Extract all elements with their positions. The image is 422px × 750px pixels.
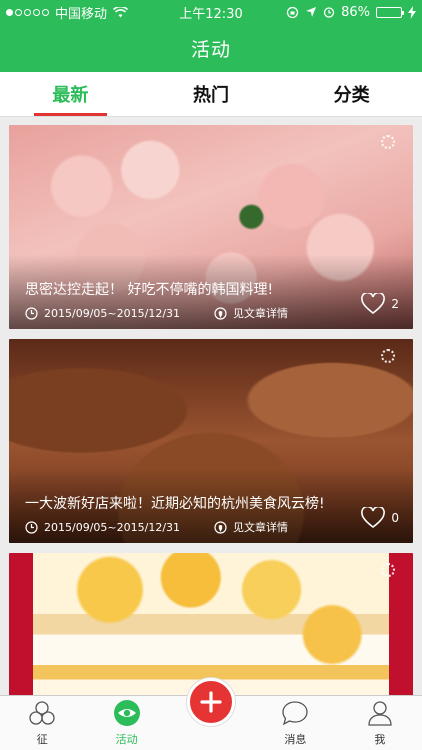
card-date: 2015/09/05~2015/12/31: [44, 306, 181, 320]
clock-icon: [25, 306, 38, 320]
hexagon-cluster-icon: [29, 701, 55, 725]
top-bar: 中国移动 上午12:30 86% 活动: [0, 0, 422, 72]
activity-feed[interactable]: 思密达控走起！ 好吃不停嘴的韩国料理! 2015/09/05~2015/12/3…: [0, 117, 422, 695]
alarm-icon: [323, 7, 335, 18]
person-icon: [368, 701, 392, 726]
heart-icon: [361, 507, 386, 529]
location-arrow-icon: [306, 7, 317, 17]
charging-icon: [408, 5, 416, 19]
battery-percent: 86%: [341, 4, 370, 20]
card-meta: 2015/09/05~2015/12/31 见文章详情: [25, 519, 288, 535]
tabbar-item-messages[interactable]: 消息: [253, 696, 337, 750]
heart-icon: [361, 293, 386, 315]
tab-hot[interactable]: 热门: [141, 72, 282, 116]
chat-bubble-icon: [282, 701, 309, 726]
activity-card[interactable]: 思密达控走起！ 好吃不停嘴的韩国料理! 2015/09/05~2015/12/3…: [9, 125, 413, 329]
loading-spinner-icon: [381, 135, 395, 149]
tabbar-label: 征: [36, 733, 48, 746]
tabbar-item-activity[interactable]: 活动: [84, 696, 168, 750]
tab-latest[interactable]: 最新: [0, 72, 141, 116]
battery-icon: [376, 6, 404, 18]
card-location: 见文章详情: [233, 521, 289, 534]
eye-icon: [113, 700, 140, 726]
tabbar-label: 消息: [284, 733, 307, 746]
card-title: 思密达控走起！ 好吃不停嘴的韩国料理!: [25, 282, 274, 298]
location-pin-icon: [214, 306, 227, 320]
tabbar-label: 我: [374, 733, 386, 746]
activity-card[interactable]: 一大波新好店来啦！近期必知的杭州美食风云榜! 2015/09/05~2015/1…: [9, 339, 413, 543]
status-bar: 中国移动 上午12:30 86%: [0, 0, 422, 24]
orientation-lock-icon: [286, 6, 299, 18]
loading-spinner-icon: [381, 563, 395, 577]
like-button[interactable]: 0: [361, 507, 399, 529]
bottom-tab-bar: 征 活动 消息 我: [0, 678, 422, 750]
signal-strength-icon: [6, 8, 49, 16]
tabbar-item-me[interactable]: 我: [338, 696, 422, 750]
segment-tabs: 最新 热门 分类: [0, 72, 422, 117]
card-meta: 2015/09/05~2015/12/31 见文章详情: [25, 305, 288, 321]
card-date: 2015/09/05~2015/12/31: [44, 520, 181, 534]
location-pin-icon: [214, 520, 227, 534]
card-title: 一大波新好店来啦！近期必知的杭州美食风云榜!: [25, 496, 325, 512]
clock-icon: [25, 520, 38, 534]
tabbar-item-zheng[interactable]: 征: [0, 696, 84, 750]
like-count: 2: [391, 297, 399, 311]
card-location: 见文章详情: [233, 307, 289, 320]
like-count: 0: [391, 511, 399, 525]
loading-spinner-icon: [381, 349, 395, 363]
add-button[interactable]: [187, 678, 236, 726]
tabbar-item-add[interactable]: [169, 678, 253, 750]
status-left: 中国移动: [6, 3, 129, 22]
page-title: 活动: [190, 38, 231, 61]
activity-card[interactable]: [9, 553, 413, 695]
plus-icon: [200, 691, 222, 713]
tabbar-label: 活动: [115, 733, 138, 746]
card-image: [9, 553, 413, 695]
like-button[interactable]: 2: [361, 293, 399, 315]
carrier-name: 中国移动: [55, 6, 108, 22]
wifi-icon: [113, 6, 129, 17]
tab-category[interactable]: 分类: [281, 72, 422, 116]
status-right: 86%: [286, 5, 416, 20]
